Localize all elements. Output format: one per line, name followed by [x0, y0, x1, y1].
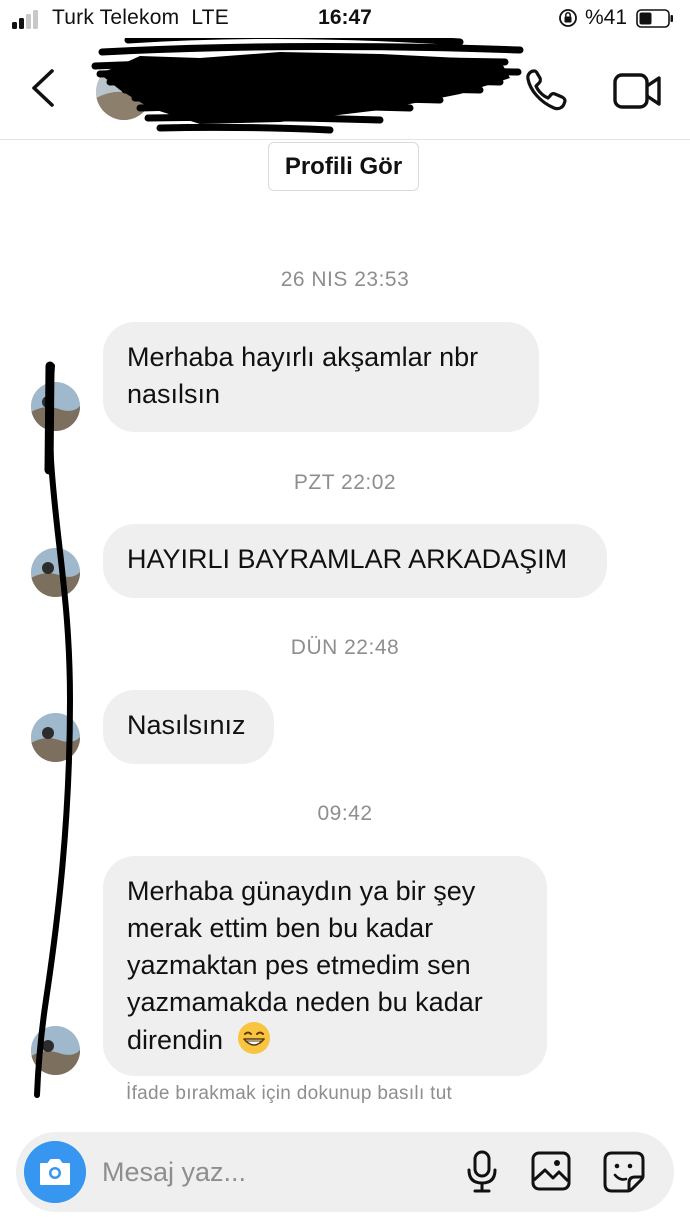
- timestamp: 09:42: [317, 802, 373, 825]
- camera-button[interactable]: [24, 1141, 86, 1203]
- video-call-button[interactable]: [612, 68, 664, 114]
- message-bubble[interactable]: HAYIRLI BAYRAMLAR ARKADAŞIM: [103, 524, 607, 598]
- battery-percent: %41: [585, 6, 628, 29]
- contact-name[interactable]: ████████████: [168, 66, 389, 97]
- sender-avatar[interactable]: [31, 1026, 80, 1075]
- message-bubble[interactable]: Merhaba günaydın ya bir şey merak ettim …: [103, 856, 547, 1076]
- message-composer: [16, 1132, 674, 1212]
- reaction-hint: İfade bırakmak için dokunup basılı tut: [126, 1083, 453, 1104]
- back-button[interactable]: [18, 62, 68, 114]
- battery-icon: [636, 9, 673, 28]
- contact-avatar[interactable]: [96, 64, 152, 120]
- message-text: Merhaba günaydın ya bir şey merak ettim …: [127, 876, 483, 1055]
- timestamp: 26 NIS 23:53: [280, 268, 410, 291]
- view-profile-button[interactable]: Profili Gör: [268, 142, 419, 191]
- sender-avatar[interactable]: [31, 548, 80, 597]
- message-input[interactable]: [102, 1150, 432, 1194]
- sticker-button[interactable]: [602, 1150, 646, 1194]
- sender-avatar[interactable]: [31, 382, 80, 431]
- status-bar: Turk Telekom LTE 16:47 %41: [0, 0, 690, 38]
- voice-call-button[interactable]: [522, 66, 572, 114]
- timestamp: DÜN 22:48: [290, 636, 400, 659]
- sender-avatar[interactable]: [31, 713, 80, 762]
- orientation-lock-icon: [559, 9, 577, 27]
- message-bubble[interactable]: Merhaba hayırlı akşamlar nbr nasılsın: [103, 322, 539, 432]
- microphone-button[interactable]: [464, 1148, 500, 1196]
- message-bubble[interactable]: Nasılsınız: [103, 690, 274, 764]
- contact-username: ████████: [168, 100, 259, 117]
- timestamp: PZT 22:02: [293, 471, 397, 494]
- chat-header: ████████████ ████████: [0, 38, 690, 140]
- grinning-face-emoji: [237, 1021, 271, 1055]
- gallery-button[interactable]: [530, 1150, 572, 1192]
